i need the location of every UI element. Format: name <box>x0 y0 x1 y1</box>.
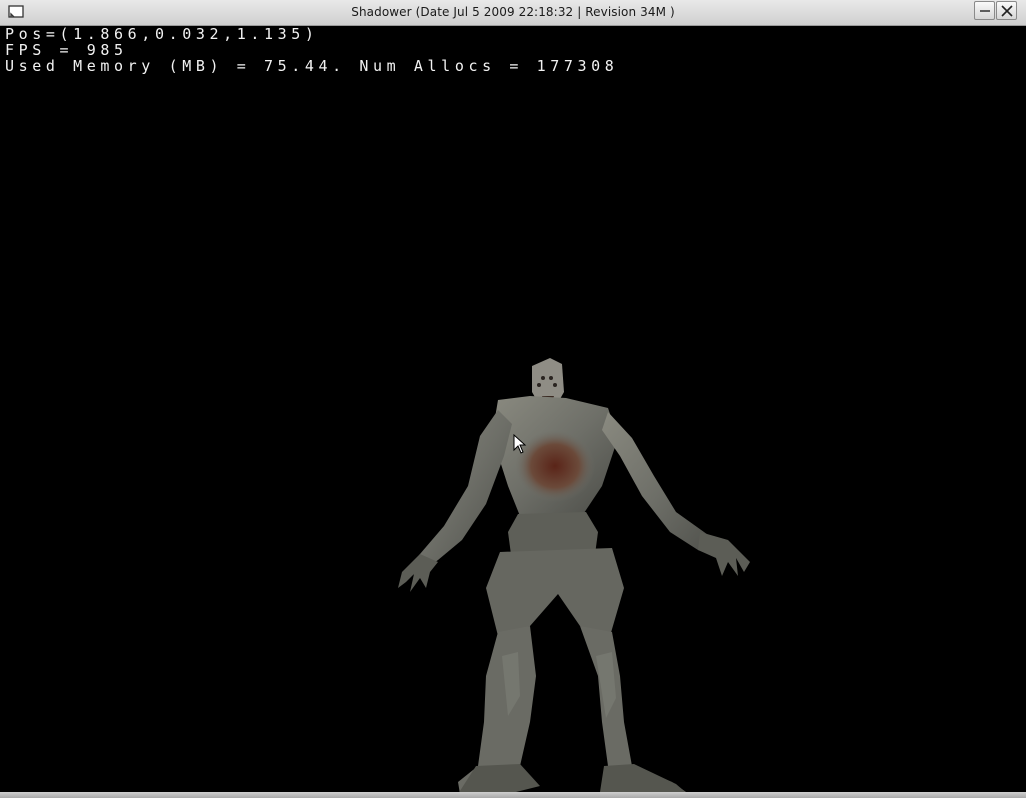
window-title: Shadower (Date Jul 5 2009 22:18:32 | Rev… <box>351 5 675 19</box>
application-window: Shadower (Date Jul 5 2009 22:18:32 | Rev… <box>0 0 1026 798</box>
debug-overlay: Pos=(1.866,0.032,1.135) FPS = 985 Used Mem… <box>5 26 618 74</box>
close-button[interactable] <box>996 1 1017 20</box>
render-viewport[interactable]: Pos=(1.866,0.032,1.135) FPS = 985 Used Mem… <box>0 26 1026 792</box>
minimize-icon <box>980 10 990 12</box>
creature-model <box>398 358 750 792</box>
window-bottom-border <box>0 792 1026 798</box>
memory-readout: Used Memory (MB) = 75.44. Num Allocs = 1… <box>5 57 619 75</box>
fps-readout: FPS = 985 <box>5 41 128 59</box>
mouse-cursor-icon <box>513 434 527 454</box>
minimize-button[interactable] <box>974 1 995 20</box>
position-readout: Pos=(1.866,0.032,1.135) <box>5 26 319 43</box>
title-bar[interactable]: Shadower (Date Jul 5 2009 22:18:32 | Rev… <box>0 0 1026 26</box>
close-icon <box>1001 5 1013 17</box>
